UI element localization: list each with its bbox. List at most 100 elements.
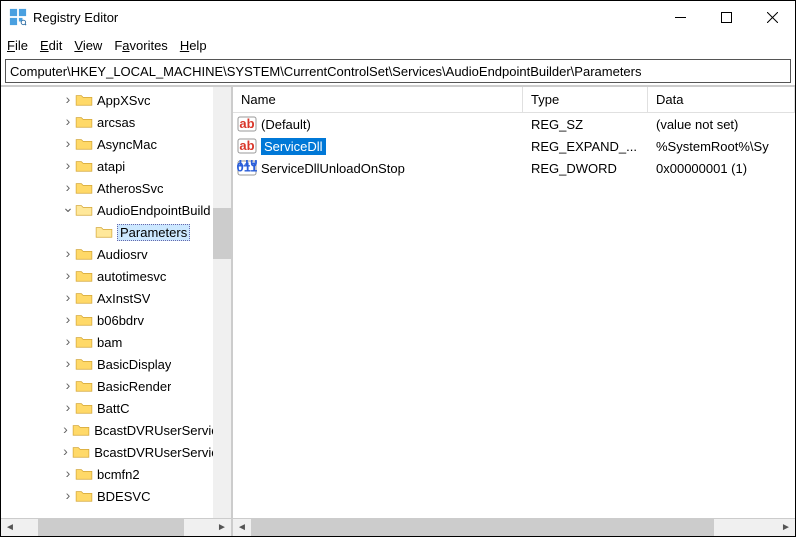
expand-icon[interactable] (61, 268, 75, 284)
tree-item[interactable]: Parameters (1, 221, 213, 243)
svg-text:ab: ab (239, 138, 254, 153)
expand-icon[interactable] (61, 466, 75, 482)
minimize-button[interactable] (657, 1, 703, 33)
tree-item-label: Audiosrv (97, 247, 148, 262)
list-row[interactable]: ab ServiceDll REG_EXPAND_...%SystemRoot%\S… (233, 135, 795, 157)
svg-text:011110: 011110 (237, 160, 257, 175)
tree-item[interactable]: BasicDisplay (1, 353, 213, 375)
menu-view[interactable]: View (74, 38, 102, 53)
tree-hscroll[interactable]: ◄ ► (1, 518, 231, 536)
menu-favorites[interactable]: Favorites (114, 38, 167, 53)
tree-item-label: bcmfn2 (97, 467, 140, 482)
expand-icon[interactable] (61, 246, 75, 262)
tree-item-label: arcsas (97, 115, 135, 130)
tree-item[interactable]: AsyncMac (1, 133, 213, 155)
tree-item-label: BasicDisplay (97, 357, 171, 372)
tree-item[interactable]: AtherosSvc (1, 177, 213, 199)
col-name[interactable]: Name (233, 87, 523, 112)
values-hscroll[interactable]: ◄ ► (233, 518, 795, 536)
expand-icon[interactable] (61, 92, 75, 108)
expand-icon[interactable] (61, 356, 75, 372)
value-name: ServiceDllUnloadOnStop (261, 161, 405, 176)
expand-icon[interactable] (61, 180, 75, 196)
tree-item[interactable]: BattC (1, 397, 213, 419)
tree-item[interactable]: bam (1, 331, 213, 353)
tree-item[interactable]: b06bdrv (1, 309, 213, 331)
address-text: Computer\HKEY_LOCAL_MACHINE\SYSTEM\Curre… (10, 64, 641, 79)
tree-item-label: bam (97, 335, 122, 350)
tree-item[interactable]: AudioEndpointBuild (1, 199, 213, 221)
tree-item-label: AudioEndpointBuild (97, 203, 210, 218)
tree-item-label: AxInstSV (97, 291, 150, 306)
maximize-button[interactable] (703, 1, 749, 33)
tree-vscroll[interactable] (213, 87, 231, 518)
regedit-icon (9, 8, 27, 26)
tree-item-label: autotimesvc (97, 269, 166, 284)
values-pane: Name Type Data ab (Default) REG_SZ(value n… (233, 87, 795, 536)
expand-icon[interactable] (61, 488, 75, 504)
tree-item-label: AsyncMac (97, 137, 157, 152)
col-data[interactable]: Data (648, 87, 795, 112)
tree-item-label: AppXSvc (97, 93, 150, 108)
registry-tree[interactable]: AppXSvc arcsas AsyncMac atapi AtherosSvc Audi… (1, 87, 213, 518)
window-title: Registry Editor (33, 10, 118, 25)
value-data: (value not set) (648, 117, 795, 132)
value-data: %SystemRoot%\Sy (648, 139, 795, 154)
tree-item-label: Parameters (117, 224, 190, 241)
values-list[interactable]: Name Type Data ab (Default) REG_SZ(value n… (233, 87, 795, 518)
scroll-left-icon[interactable]: ◄ (1, 519, 19, 537)
tree-item[interactable]: AppXSvc (1, 89, 213, 111)
value-type: REG_DWORD (523, 161, 648, 176)
menu-help[interactable]: Help (180, 38, 207, 53)
tree-item-label: AtherosSvc (97, 181, 163, 196)
value-name: ServiceDll (261, 138, 326, 155)
expand-icon[interactable] (59, 444, 72, 460)
tree-item[interactable]: Audiosrv (1, 243, 213, 265)
tree-item-label: BcastDVRUserServic (94, 445, 213, 460)
tree-item[interactable]: autotimesvc (1, 265, 213, 287)
expand-icon[interactable] (61, 202, 75, 219)
expand-icon[interactable] (61, 312, 75, 328)
value-type: REG_SZ (523, 117, 648, 132)
tree-item[interactable]: bcmfn2 (1, 463, 213, 485)
expand-icon[interactable] (61, 158, 75, 174)
expand-icon[interactable] (61, 114, 75, 130)
tree-item-label: BDESVC (97, 489, 150, 504)
menu-edit[interactable]: Edit (40, 38, 62, 53)
tree-item[interactable]: BDESVC (1, 485, 213, 507)
expand-icon[interactable] (61, 290, 75, 306)
tree-item[interactable]: BcastDVRUserServic (1, 419, 213, 441)
tree-item-label: BasicRender (97, 379, 171, 394)
scroll-right-icon[interactable]: ► (777, 519, 795, 537)
list-header[interactable]: Name Type Data (233, 87, 795, 113)
value-data: 0x00000001 (1) (648, 161, 795, 176)
list-row[interactable]: ab (Default) REG_SZ(value not set) (233, 113, 795, 135)
tree-item-label: BattC (97, 401, 130, 416)
close-button[interactable] (749, 1, 795, 33)
scroll-right-icon[interactable]: ► (213, 519, 231, 537)
expand-icon[interactable] (61, 400, 75, 416)
expand-icon[interactable] (59, 422, 72, 438)
tree-item-label: b06bdrv (97, 313, 144, 328)
address-bar[interactable]: Computer\HKEY_LOCAL_MACHINE\SYSTEM\Curre… (5, 59, 791, 83)
scroll-left-icon[interactable]: ◄ (233, 519, 251, 537)
tree-pane: AppXSvc arcsas AsyncMac atapi AtherosSvc Audi… (1, 87, 233, 536)
tree-item[interactable]: BasicRender (1, 375, 213, 397)
expand-icon[interactable] (61, 334, 75, 350)
list-row[interactable]: 011110 ServiceDllUnloadOnStop REG_DWORD0x0… (233, 157, 795, 179)
col-type[interactable]: Type (523, 87, 648, 112)
tree-item-label: atapi (97, 159, 125, 174)
menu-file[interactable]: File (7, 38, 28, 53)
tree-item[interactable]: atapi (1, 155, 213, 177)
tree-item[interactable]: BcastDVRUserServic (1, 441, 213, 463)
expand-icon[interactable] (61, 378, 75, 394)
menubar: File Edit View Favorites Help (1, 33, 795, 57)
svg-text:ab: ab (239, 116, 254, 131)
expand-icon[interactable] (61, 136, 75, 152)
value-type: REG_EXPAND_... (523, 139, 648, 154)
value-name: (Default) (261, 117, 311, 132)
titlebar: Registry Editor (1, 1, 795, 33)
tree-item-label: BcastDVRUserServic (94, 423, 213, 438)
tree-item[interactable]: AxInstSV (1, 287, 213, 309)
tree-item[interactable]: arcsas (1, 111, 213, 133)
